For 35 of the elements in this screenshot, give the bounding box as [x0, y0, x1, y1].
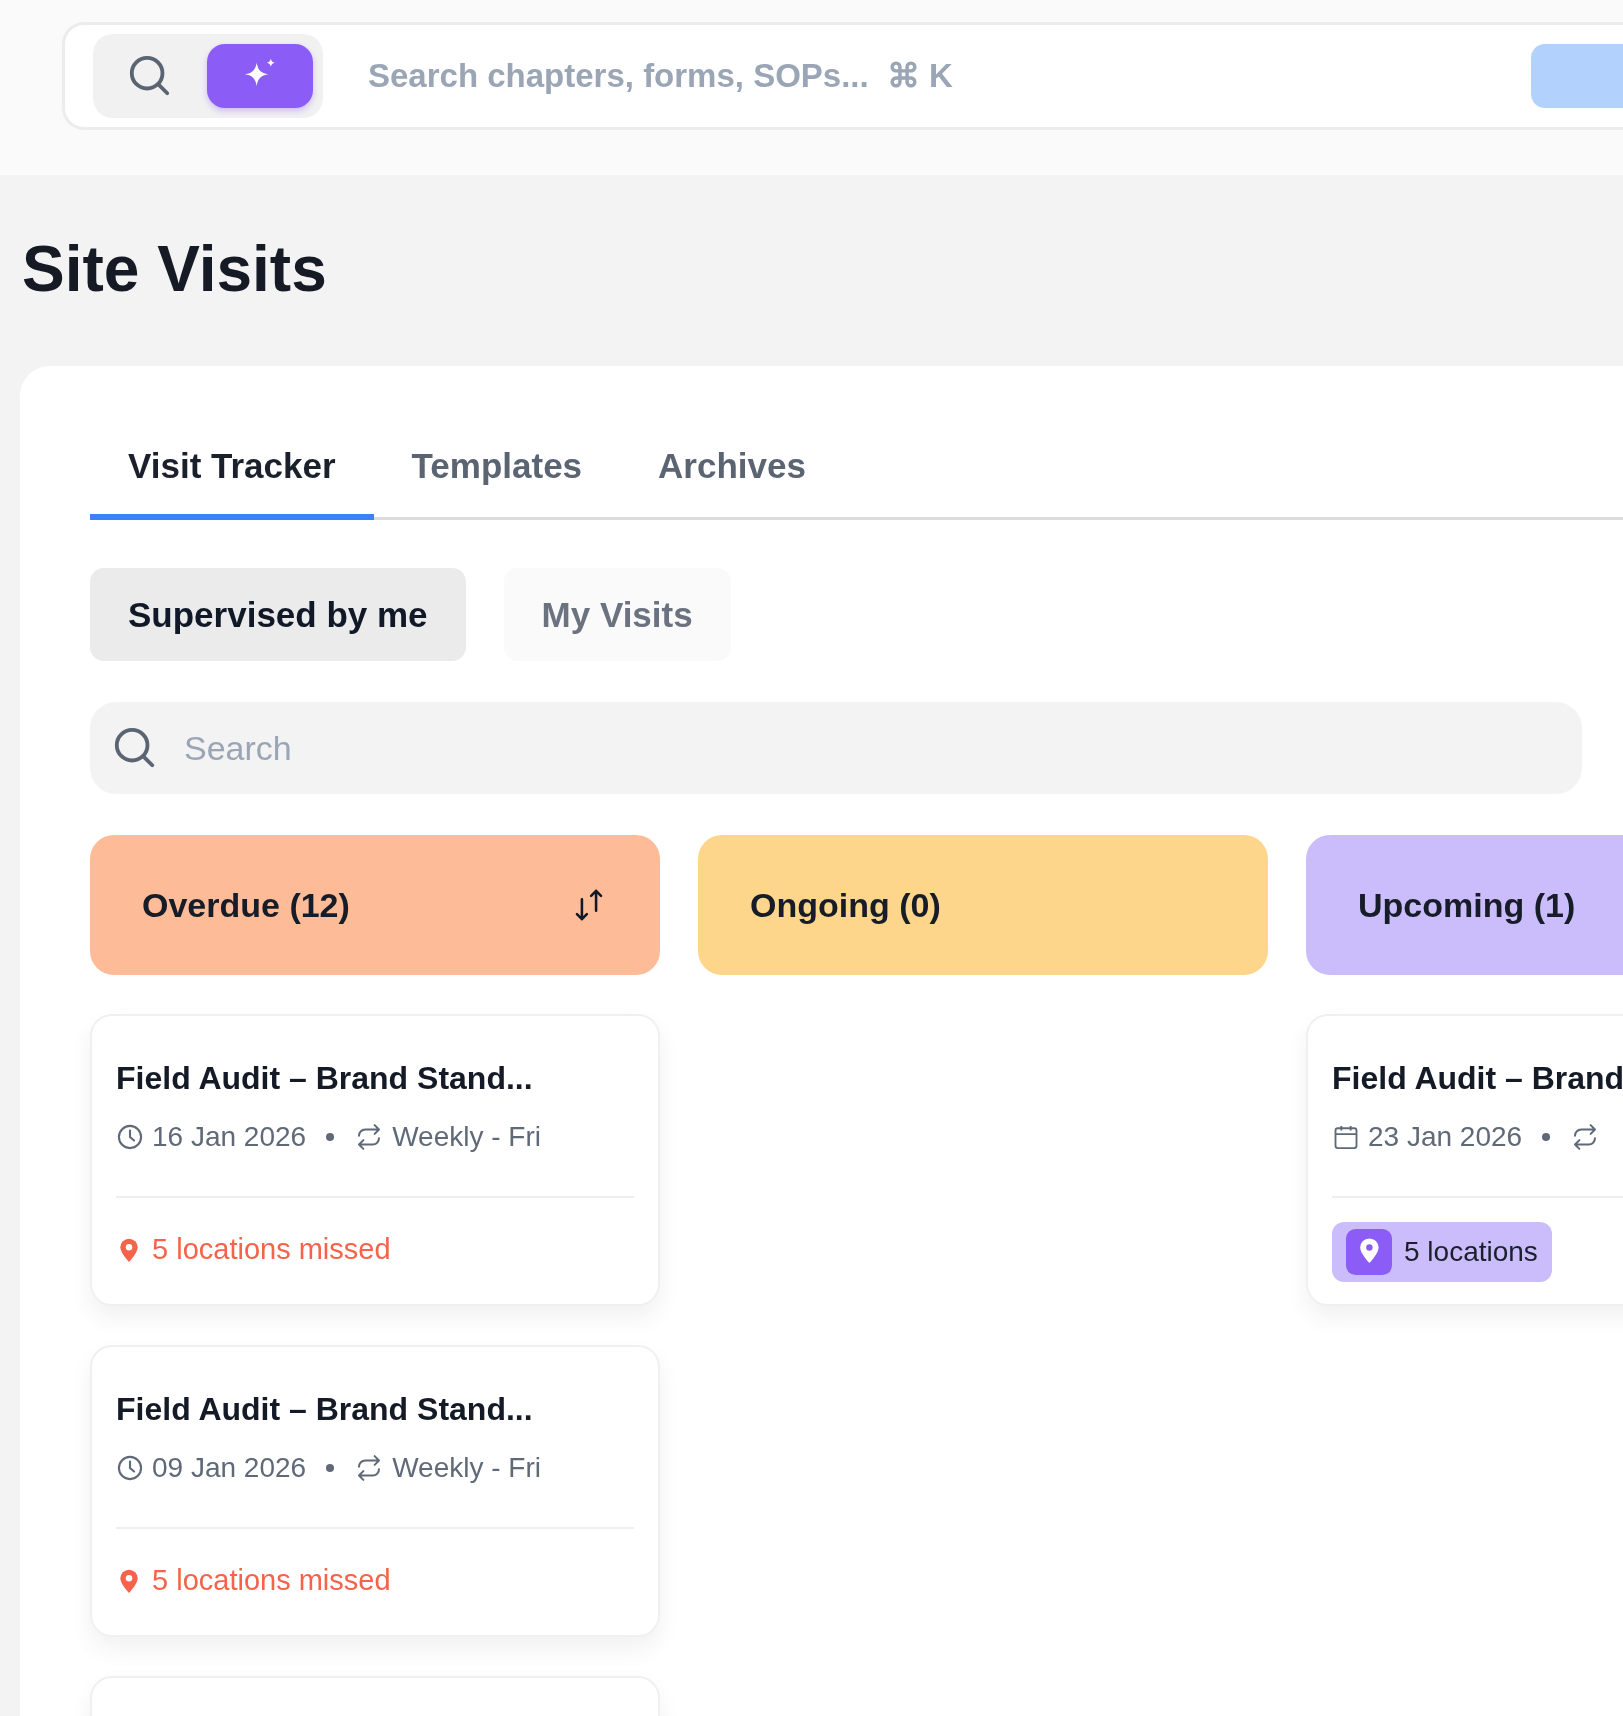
pin-icon	[1346, 1229, 1392, 1276]
column-title: Upcoming (1)	[1358, 884, 1576, 926]
separator-dot	[326, 1464, 335, 1473]
column-title: Ongoing (0)	[750, 884, 941, 926]
calendar-icon	[1332, 1123, 1360, 1152]
tab[interactable]: Archives	[620, 427, 844, 521]
visit-card[interactable]: Field Audit – Brand Stand... 09 Jan 2026 Weekly - Fri 5 locations missed	[90, 1345, 660, 1638]
search-placeholder: Search chapters, forms, SOPs...	[368, 56, 869, 97]
recurrence-text: Weekly - Fri	[392, 1120, 541, 1155]
visit-date: 23 Jan 2026	[1368, 1120, 1523, 1155]
tab[interactable]: Templates	[373, 427, 621, 521]
missed-locations: 5 locations missed	[152, 1232, 391, 1268]
missed-locations: 5 locations missed	[152, 1563, 391, 1599]
visit-card[interactable]: Field Audit – Brand Stand... 16 Jan 2026 Weekly - Fri 5 locations missed	[90, 1014, 660, 1307]
sparkle-button[interactable]	[207, 44, 313, 108]
separator-dot	[326, 1133, 335, 1142]
visit-title: Field Audit – Brand Stand...	[116, 1059, 534, 1099]
clock-icon	[116, 1454, 144, 1483]
visit-date: 16 Jan 2026	[152, 1120, 307, 1155]
primary-button[interactable]	[1531, 44, 1623, 108]
filter-toggle[interactable]: My Visits	[503, 568, 731, 662]
visit-title: Field Audit – Brand Stand...	[116, 1390, 534, 1430]
column-title: Overdue (12)	[142, 884, 350, 926]
recurrence-text: Weekly - Fri	[392, 1451, 541, 1486]
clock-icon	[116, 1123, 144, 1152]
shortcut-hint: ⌘ K	[886, 56, 953, 97]
tab[interactable]: Visit Tracker	[90, 427, 374, 521]
visit-date: 09 Jan 2026	[152, 1451, 307, 1486]
page-title: Site Visits	[22, 232, 328, 307]
separator-dot	[1542, 1133, 1551, 1142]
search-field[interactable]: Search	[90, 702, 1582, 795]
visit-title: Field Audit – Brand	[1332, 1059, 1623, 1099]
visit-card[interactable]: Field Audit – Brand 23 Jan 2026 5 locations	[1306, 1014, 1623, 1307]
filter-toggle[interactable]: Supervised by me	[90, 568, 466, 662]
locations-badge: 5 locations	[1332, 1222, 1552, 1283]
